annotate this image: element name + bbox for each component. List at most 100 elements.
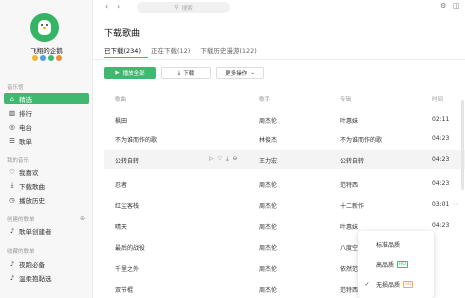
song-album[interactable]: 依然范 — [340, 264, 358, 273]
download-icon[interactable]: ⤓ — [226, 156, 228, 163]
song-album[interactable]: 范特西 — [340, 285, 358, 294]
song-title: 红尘客栈 — [115, 203, 140, 210]
avatar[interactable] — [30, 13, 59, 42]
page-title: 下载歌曲 — [104, 29, 141, 39]
song-album[interactable]: 十二新作 — [340, 201, 364, 210]
badge-icon — [56, 55, 62, 61]
badge-icon — [48, 55, 54, 61]
song-duration: 04:23 — [432, 135, 450, 142]
table-row[interactable]: 不为谁而作的歌 林俊杰 不为谁而作的歌 04:23 — [104, 129, 465, 148]
more-actions-button[interactable]: 更多操作 ⌄ — [216, 67, 264, 79]
sidebar-item-collected-2[interactable]: ♪ 温柔抱黏选 — [4, 272, 89, 283]
song-album[interactable]: 范特西 — [340, 180, 358, 189]
heart-icon[interactable]: ♡ — [217, 156, 222, 163]
table-row[interactable]: 公转自转 ▷ ♡ ⤓ ⊖ 王力宏 公转自转 04:23 — [104, 150, 465, 169]
settings-icon[interactable]: ⚙ — [440, 2, 446, 10]
sq-badge: SQ — [403, 280, 414, 288]
song-title: 忍者 — [115, 182, 128, 189]
song-duration: 04:23 — [432, 222, 450, 229]
list-icon: ☰ — [9, 136, 15, 145]
song-artist[interactable]: 周杰伦 — [259, 285, 277, 294]
song-title: 公转自转 — [115, 158, 140, 165]
section-online-music: 音乐馆 — [7, 85, 24, 91]
username[interactable]: 飞翔的企鹅 — [0, 45, 93, 55]
playlist-icon: ♪ — [9, 226, 15, 235]
sidebar: 飞翔的企鹅 音乐馆 ⌂ 精选 ▥ 排行 ◎ 电台 ☰ 歌单 我的音乐 ♡ 我喜欢… — [0, 0, 93, 298]
sidebar-item-playlists[interactable]: ☰ 歌单 — [4, 135, 89, 146]
song-album[interactable]: 八度空 — [340, 243, 358, 252]
song-title: 双节棍 — [115, 287, 134, 294]
hq-badge: HQ — [397, 260, 408, 268]
song-duration: 04:23 — [432, 156, 450, 163]
penguin-eye-right — [46, 24, 48, 26]
tab-downloaded[interactable]: 已下载(234) — [104, 45, 141, 55]
song-album[interactable]: 叶惠妹 — [340, 222, 358, 231]
tab-downloading[interactable]: 正在下载(12) — [151, 45, 190, 55]
tab-bar: 已下载(234) 正在下载(12) 下载历史漫游(122) — [104, 45, 257, 55]
divider — [93, 59, 465, 60]
sidebar-item-charts[interactable]: ▥ 排行 — [4, 107, 89, 118]
song-artist[interactable]: 周杰伦 — [259, 201, 277, 210]
sidebar-item-favorites[interactable]: ♡ 我喜欢 — [4, 166, 89, 177]
menu-item-high-quality[interactable]: 高品质 HQ — [358, 254, 434, 274]
sidebar-item-downloads[interactable]: ⤓ 下载歌曲 — [4, 180, 89, 191]
table-row[interactable]: 枫田 周杰伦 叶惠妹 02:11 — [104, 110, 465, 129]
song-album[interactable]: 不为谁而作的歌 — [340, 135, 382, 144]
sidebar-item-created-playlist[interactable]: ♪ 歌单创建者 — [4, 225, 89, 236]
sidebar-item-history[interactable]: ◷ 播放历史 — [4, 194, 89, 205]
download-icon: ⤓ — [10, 181, 14, 189]
song-album[interactable]: 叶惠妹 — [340, 116, 358, 125]
playlist-icon: ♪ — [9, 259, 15, 268]
sidebar-item-collected-1[interactable]: ♪ 夜跑必备 — [4, 258, 89, 269]
menu-item-lossless-quality[interactable]: ✓ 无损品质 SQ — [358, 274, 434, 294]
table-row[interactable]: 忍者 周杰伦 范特西 04:23 — [104, 174, 465, 193]
song-duration: 03:01 — [432, 201, 450, 208]
top-bar: ‹ › ⚲ 搜索 ⚙ ◫ — [93, 0, 465, 15]
add-playlist-icon[interactable]: ⊕ — [80, 215, 85, 222]
song-duration: 02:11 — [432, 116, 450, 123]
search-input[interactable]: ⚲ 搜索 — [137, 2, 230, 13]
song-artist[interactable]: 周杰伦 — [259, 222, 277, 231]
song-title: 最后的战役 — [115, 245, 146, 252]
download-button[interactable]: ⤓ 下载 — [161, 67, 211, 79]
song-artist[interactable]: 周杰伦 — [259, 243, 277, 252]
menu-item-standard-quality[interactable]: 标准品质 — [358, 234, 434, 254]
song-artist[interactable]: 王力宏 — [259, 156, 277, 165]
song-artist[interactable]: 周杰伦 — [259, 264, 277, 273]
song-title: 不为谁而作的歌 — [115, 137, 158, 144]
sidebar-item-featured[interactable]: ⌂ 精选 — [4, 93, 89, 104]
download-icon: ⤓ — [177, 69, 181, 76]
user-badges — [32, 55, 62, 61]
checkmark-icon: ✓ — [364, 280, 370, 288]
skin-icon[interactable]: ◫ — [453, 2, 460, 10]
more-options-icon[interactable]: ⋯ — [453, 201, 459, 208]
penguin-eye-left — [41, 24, 43, 26]
play-all-button[interactable]: ▶ 播放全部 — [104, 67, 156, 79]
play-icon[interactable]: ▷ — [209, 156, 213, 163]
playlist-icon: ♪ — [9, 273, 15, 282]
song-album[interactable]: 公转自转 — [340, 156, 364, 165]
section-my-music: 我的音乐 — [7, 158, 30, 164]
song-title: 枫田 — [115, 118, 128, 125]
song-artist[interactable]: 周杰伦 — [259, 116, 277, 125]
scrollbar[interactable] — [461, 100, 464, 190]
chart-icon: ▥ — [8, 108, 16, 117]
quality-menu: 标准品质 高品质 HQ ✓ 无损品质 SQ — [358, 231, 434, 298]
column-header-artist[interactable]: 歌手 — [259, 95, 270, 103]
section-created-playlists: 创建的歌单 — [7, 217, 35, 223]
song-duration: 04:23 — [432, 180, 450, 187]
more-icon[interactable]: ⊖ — [233, 156, 238, 163]
column-header-duration[interactable]: 时间 — [432, 95, 443, 103]
column-header-album[interactable]: 专辑 — [340, 95, 351, 103]
song-artist[interactable]: 周杰伦 — [259, 180, 277, 189]
penguin-beak — [43, 27, 46, 29]
row-actions: ▷ ♡ ⤓ ⊖ — [209, 156, 237, 163]
column-header-song[interactable]: 歌曲 — [115, 95, 126, 103]
song-artist[interactable]: 林俊杰 — [259, 135, 277, 144]
back-arrow-icon[interactable]: ‹ — [105, 2, 108, 11]
home-icon: ⌂ — [9, 94, 15, 103]
table-row[interactable]: 红尘客栈 周杰伦 十二新作 03:01 ⋯ — [104, 195, 465, 214]
sidebar-item-radio[interactable]: ◎ 电台 — [4, 121, 89, 132]
tab-download-history[interactable]: 下载历史漫游(122) — [200, 45, 256, 55]
forward-arrow-icon[interactable]: › — [117, 2, 120, 11]
